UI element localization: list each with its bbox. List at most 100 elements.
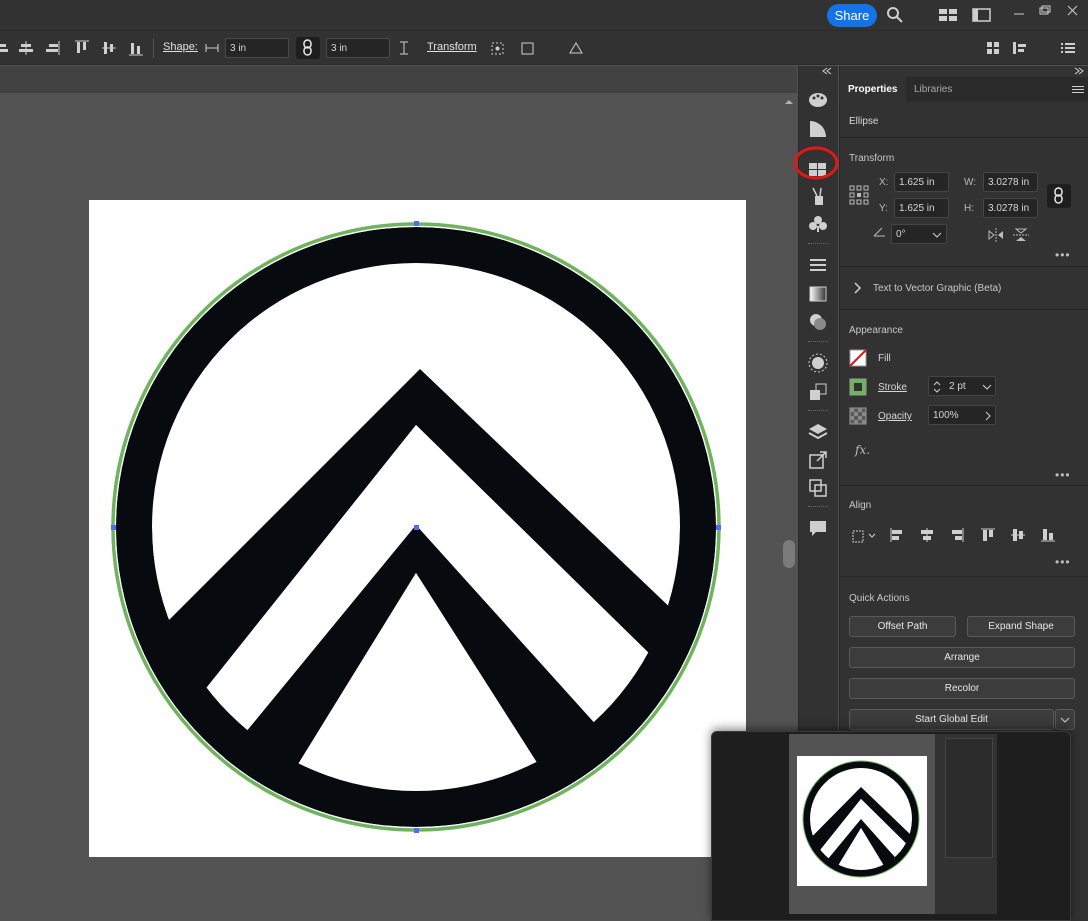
brushes-icon[interactable] (808, 186, 828, 206)
preview-logo (802, 760, 920, 878)
link-icon (303, 39, 312, 56)
distribute-icon[interactable] (1012, 40, 1028, 56)
opacity-field[interactable]: 100% (928, 405, 996, 425)
fill-none-swatch-icon[interactable] (849, 349, 867, 367)
panel-align-top-icon[interactable] (980, 527, 996, 543)
start-global-edit-button[interactable]: Start Global Edit (849, 709, 1054, 730)
offset-path-button[interactable]: Offset Path (849, 616, 956, 637)
stroke-weight-field[interactable]: 2 pt (928, 376, 996, 396)
close-icon[interactable] (1066, 4, 1080, 16)
stroke-panel-icon[interactable] (808, 255, 828, 275)
window-preview-popup[interactable] (711, 731, 1071, 921)
transform-link[interactable]: Transform (427, 41, 477, 53)
x-input[interactable] (894, 172, 949, 192)
puppet-warp-icon[interactable] (568, 40, 584, 56)
scrollbar-thumb[interactable] (783, 540, 795, 568)
angle-icon (873, 227, 885, 237)
panel-menu-icon[interactable] (1072, 85, 1084, 95)
align-to-selection-icon[interactable] (851, 528, 879, 544)
artboards-icon[interactable] (808, 478, 828, 498)
section-divider (840, 576, 1088, 577)
color-panel-icon[interactable] (808, 90, 828, 110)
expand-shape-button[interactable]: Expand Shape (967, 616, 1075, 637)
layers-icon[interactable] (808, 422, 828, 442)
export-icon[interactable] (808, 450, 828, 470)
color-guide-icon[interactable] (808, 119, 828, 139)
width-icon (205, 44, 219, 52)
stroke-swatch-icon[interactable] (849, 378, 867, 396)
text-to-vector-section[interactable]: Text to Vector Graphic (Beta) (873, 283, 1001, 294)
angle-select[interactable]: 0° (891, 224, 947, 244)
dock-separator (808, 243, 828, 245)
w-input[interactable] (983, 172, 1038, 192)
gradient-icon[interactable] (808, 284, 828, 304)
align-heading: Align (849, 500, 872, 511)
reference-point-grid-icon[interactable] (849, 185, 869, 205)
h-label: H: (964, 203, 974, 214)
appearance-icon[interactable] (808, 353, 828, 373)
section-divider (840, 266, 1088, 267)
link-icon (1054, 187, 1063, 204)
dock-separator (808, 410, 828, 412)
more-options-icon[interactable]: ••• (1055, 468, 1071, 482)
stroke-label[interactable]: Stroke (878, 382, 907, 393)
workspace-icon[interactable] (972, 8, 992, 22)
shape-width-input[interactable] (225, 38, 289, 58)
transparency-icon[interactable] (808, 312, 828, 332)
y-input[interactable] (894, 198, 949, 218)
chevron-right-icon[interactable] (853, 282, 863, 294)
stepper-icon[interactable] (932, 379, 942, 395)
graphic-styles-icon[interactable] (808, 382, 828, 402)
search-icon[interactable] (886, 6, 904, 24)
panel-align-left-icon[interactable] (889, 527, 905, 543)
comments-icon[interactable] (808, 518, 828, 538)
fx-effects-button[interactable]: fx. (855, 443, 870, 457)
global-edit-options-button[interactable] (1055, 709, 1075, 730)
constrain-wh-button[interactable] (1047, 184, 1071, 208)
minimize-icon[interactable] (1012, 8, 1026, 18)
scroll-up-icon[interactable] (783, 97, 795, 107)
align-right-icon[interactable] (44, 40, 60, 56)
menu-list-icon[interactable] (1060, 40, 1076, 56)
more-options-icon[interactable]: ••• (1055, 248, 1071, 262)
symbols-icon[interactable] (808, 214, 828, 234)
panel-align-right-icon[interactable] (949, 527, 965, 543)
collapse-dock-icon[interactable] (822, 67, 832, 75)
more-options-icon[interactable]: ••• (1055, 555, 1071, 569)
height-icon (400, 41, 408, 55)
logo-overlay (89, 200, 746, 857)
expand-panel-icon[interactable] (1074, 67, 1084, 75)
preview-panel-content (945, 738, 993, 858)
x-label: X: (879, 177, 889, 188)
reference-point-icon[interactable] (489, 40, 505, 56)
panel-align-hcenter-icon[interactable] (919, 527, 935, 543)
panel-align-vcenter-icon[interactable] (1010, 527, 1026, 543)
align-vertical-center-icon[interactable] (101, 40, 117, 56)
align-center-icon[interactable] (18, 40, 34, 56)
transform-options-icon[interactable] (520, 40, 536, 56)
tab-libraries[interactable]: Libraries (914, 84, 952, 95)
restore-icon[interactable] (1038, 4, 1052, 16)
align-left-icon[interactable] (0, 40, 16, 56)
arrange-button[interactable]: Arrange (849, 647, 1075, 668)
preview-panel (935, 734, 997, 914)
flip-horizontal-icon[interactable] (988, 228, 1004, 242)
share-button[interactable]: Share (827, 4, 877, 27)
preview-artboard (797, 756, 927, 886)
fill-label: Fill (878, 353, 891, 364)
shape-height-input[interactable] (326, 38, 390, 58)
align-bottom-icon[interactable] (128, 40, 144, 56)
shape-label[interactable]: Shape: (163, 41, 198, 53)
recolor-button[interactable]: Recolor (849, 678, 1075, 699)
chevron-right-icon[interactable] (983, 411, 993, 421)
h-input[interactable] (983, 198, 1038, 218)
arrange-documents-icon[interactable] (938, 8, 958, 22)
align-panel-icon[interactable] (986, 40, 1002, 56)
flip-vertical-icon[interactable] (1013, 228, 1029, 242)
divider (153, 39, 154, 58)
constrain-proportions-button[interactable] (296, 37, 320, 59)
tab-properties[interactable]: Properties (848, 84, 897, 95)
opacity-label[interactable]: Opacity (878, 411, 912, 422)
panel-align-bottom-icon[interactable] (1040, 527, 1056, 543)
align-top-icon[interactable] (74, 40, 90, 56)
